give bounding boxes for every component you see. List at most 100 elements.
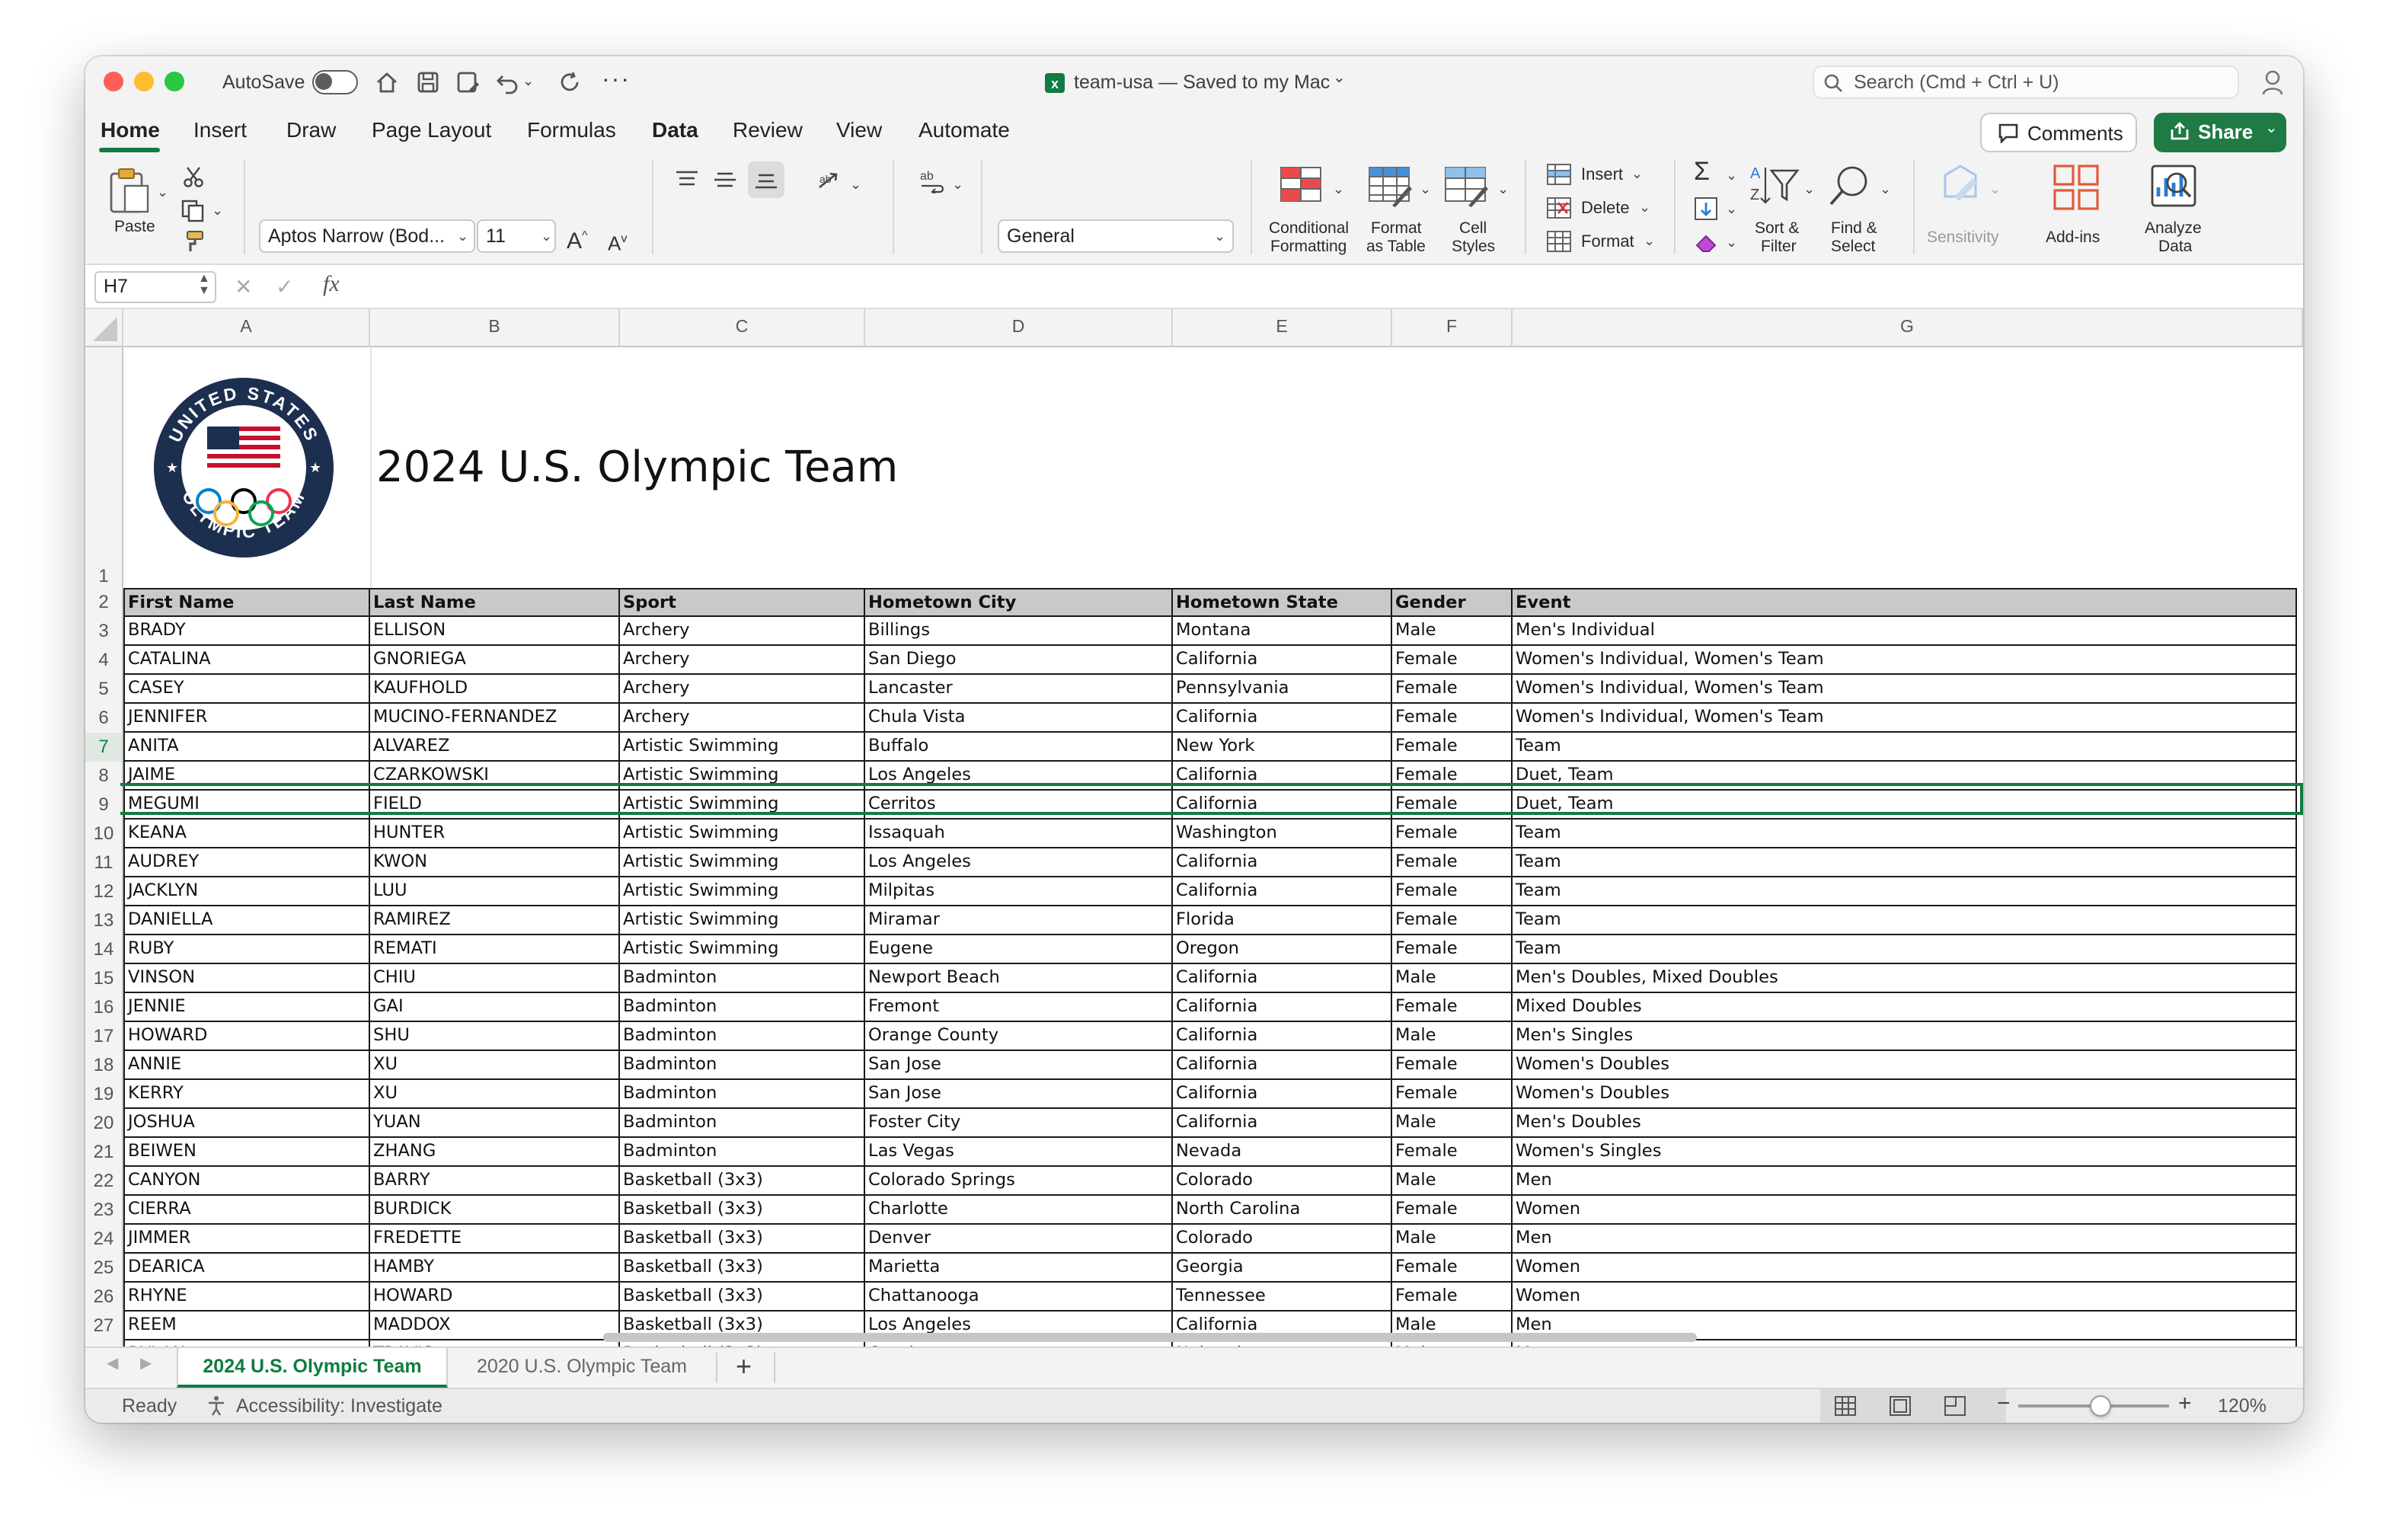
save-icon[interactable]: [414, 69, 442, 96]
column-header-b[interactable]: B: [370, 309, 620, 347]
cell-gender[interactable]: Male: [1392, 1109, 1513, 1138]
cut-icon[interactable]: [183, 166, 204, 187]
cell-event[interactable]: Women's Individual, Women's Team: [1513, 704, 2297, 733]
cell-hometown-city[interactable]: Las Vegas: [865, 1138, 1173, 1167]
row-header-8[interactable]: 8: [85, 762, 123, 791]
cell-hometown-state[interactable]: California: [1173, 1022, 1392, 1051]
row-header-28[interactable]: 28: [85, 1340, 123, 1347]
header-gender[interactable]: Gender: [1392, 588, 1513, 617]
tab-view[interactable]: View: [836, 117, 882, 142]
cell-sport[interactable]: Badminton: [620, 993, 865, 1022]
cell-first-name[interactable]: JACKLYN: [123, 877, 370, 906]
autosave-toggle[interactable]: [312, 70, 358, 94]
account-icon[interactable]: [2260, 69, 2285, 96]
cancel-entry-icon[interactable]: ✕: [235, 274, 252, 300]
cell-last-name[interactable]: FREDETTE: [370, 1225, 620, 1254]
cell-last-name[interactable]: MUCINO-FERNANDEZ: [370, 704, 620, 733]
cell-first-name[interactable]: JENNIE: [123, 993, 370, 1022]
title-chevron-down-icon[interactable]: ⌄: [1333, 70, 1346, 87]
cell-hometown-state[interactable]: California: [1173, 964, 1392, 993]
cell-event[interactable]: Mixed Doubles: [1513, 993, 2297, 1022]
cell-gender[interactable]: Female: [1392, 1138, 1513, 1167]
cell-hometown-state[interactable]: Colorado: [1173, 1167, 1392, 1196]
column-header-g[interactable]: G: [1513, 309, 2303, 347]
format-painter-icon[interactable]: [181, 230, 206, 253]
delete-cells-icon[interactable]: [1546, 196, 1572, 219]
cell-gender[interactable]: Female: [1392, 906, 1513, 935]
conditional-formatting-icon[interactable]: [1279, 166, 1325, 209]
cell-sport[interactable]: Badminton: [620, 1138, 865, 1167]
tab-home[interactable]: Home: [101, 117, 160, 142]
wrap-text-chevron-icon[interactable]: ⌄: [952, 177, 963, 193]
home-icon[interactable]: [373, 69, 401, 96]
tab-page-layout[interactable]: Page Layout: [372, 117, 491, 142]
close-window-button[interactable]: [104, 72, 123, 91]
cell-last-name[interactable]: MADDOX: [370, 1312, 620, 1340]
column-header-d[interactable]: D: [865, 309, 1173, 347]
cell-event[interactable]: Team: [1513, 877, 2297, 906]
add-sheet-icon[interactable]: +: [736, 1351, 752, 1383]
cell-gender[interactable]: Male: [1392, 1225, 1513, 1254]
cell-gender[interactable]: Female: [1392, 791, 1513, 820]
cell-last-name[interactable]: XU: [370, 1051, 620, 1080]
cell-hometown-state[interactable]: Tennessee: [1173, 1283, 1392, 1312]
zoom-window-button[interactable]: [165, 72, 184, 91]
header-sport[interactable]: Sport: [620, 588, 865, 617]
autosum-icon[interactable]: Σ: [1694, 158, 1710, 184]
row-header-10[interactable]: 10: [85, 820, 123, 848]
tab-insert[interactable]: Insert: [193, 117, 247, 142]
cell-sport[interactable]: Artistic Swimming: [620, 733, 865, 762]
cell-first-name[interactable]: RUBY: [123, 935, 370, 964]
cell-gender[interactable]: Male: [1392, 1167, 1513, 1196]
cell-first-name[interactable]: VINSON: [123, 964, 370, 993]
cell-hometown-state[interactable]: California: [1173, 646, 1392, 675]
cell-sport[interactable]: Badminton: [620, 1022, 865, 1051]
cell-sport[interactable]: Basketball (3x3): [620, 1254, 865, 1283]
fill-icon[interactable]: [1694, 196, 1718, 221]
row-header-24[interactable]: 24: [85, 1225, 123, 1254]
cell-hometown-city[interactable]: San Jose: [865, 1051, 1173, 1080]
cell-gender[interactable]: Male: [1392, 964, 1513, 993]
cell-gender[interactable]: Female: [1392, 848, 1513, 877]
row-header-21[interactable]: 21: [85, 1138, 123, 1167]
delete-cells-label[interactable]: Delete: [1581, 200, 1630, 218]
cell-hometown-state[interactable]: California: [1173, 1080, 1392, 1109]
cell-event[interactable]: Women's Individual, Women's Team: [1513, 675, 2297, 704]
cell-event[interactable]: Duet, Team: [1513, 791, 2297, 820]
cell-hometown-state[interactable]: Colorado: [1173, 1225, 1392, 1254]
cell-first-name[interactable]: AUDREY: [123, 848, 370, 877]
tab-review[interactable]: Review: [733, 117, 803, 142]
cell-hometown-city[interactable]: Los Angeles: [865, 848, 1173, 877]
cell-gender[interactable]: Female: [1392, 1196, 1513, 1225]
cell-event[interactable]: Team: [1513, 935, 2297, 964]
decrease-font-size-icon[interactable]: Av: [608, 227, 627, 257]
cell-hometown-city[interactable]: Milpitas: [865, 877, 1173, 906]
cell-hometown-city[interactable]: Fremont: [865, 993, 1173, 1022]
cell-event[interactable]: Men's Singles: [1513, 1022, 2297, 1051]
row-header-17[interactable]: 17: [85, 1022, 123, 1051]
sheet-tab-2020[interactable]: 2020 U.S. Olympic Team: [457, 1348, 707, 1388]
cell-sport[interactable]: Basketball (3x3): [620, 1283, 865, 1312]
cell-hometown-city[interactable]: Los Angeles: [865, 762, 1173, 791]
row-header-19[interactable]: 19: [85, 1080, 123, 1109]
cell-hometown-city[interactable]: Miramar: [865, 906, 1173, 935]
orientation-icon[interactable]: ab: [816, 169, 844, 193]
tab-automate[interactable]: Automate: [918, 117, 1010, 142]
cell-hometown-city[interactable]: San Jose: [865, 1080, 1173, 1109]
cell-sport[interactable]: Basketball (3x3): [620, 1167, 865, 1196]
page-layout-view-icon[interactable]: [1889, 1395, 1912, 1417]
cell-first-name[interactable]: CANYON: [123, 1167, 370, 1196]
cell-last-name[interactable]: ALVAREZ: [370, 733, 620, 762]
format-cells-icon[interactable]: [1546, 230, 1572, 253]
insert-cells-icon[interactable]: [1546, 163, 1572, 186]
cell-event[interactable]: Women's Singles: [1513, 1138, 2297, 1167]
cell-sport[interactable]: Archery: [620, 617, 865, 646]
column-header-a[interactable]: A: [123, 309, 370, 347]
cell-event[interactable]: Duet, Team: [1513, 762, 2297, 791]
row-header-27[interactable]: 27: [85, 1312, 123, 1340]
align-bottom-button[interactable]: [748, 161, 784, 198]
cell-first-name[interactable]: JIMMER: [123, 1225, 370, 1254]
cell-hometown-state[interactable]: California: [1173, 704, 1392, 733]
minimize-window-button[interactable]: [134, 72, 154, 91]
cell-hometown-state[interactable]: California: [1173, 877, 1392, 906]
